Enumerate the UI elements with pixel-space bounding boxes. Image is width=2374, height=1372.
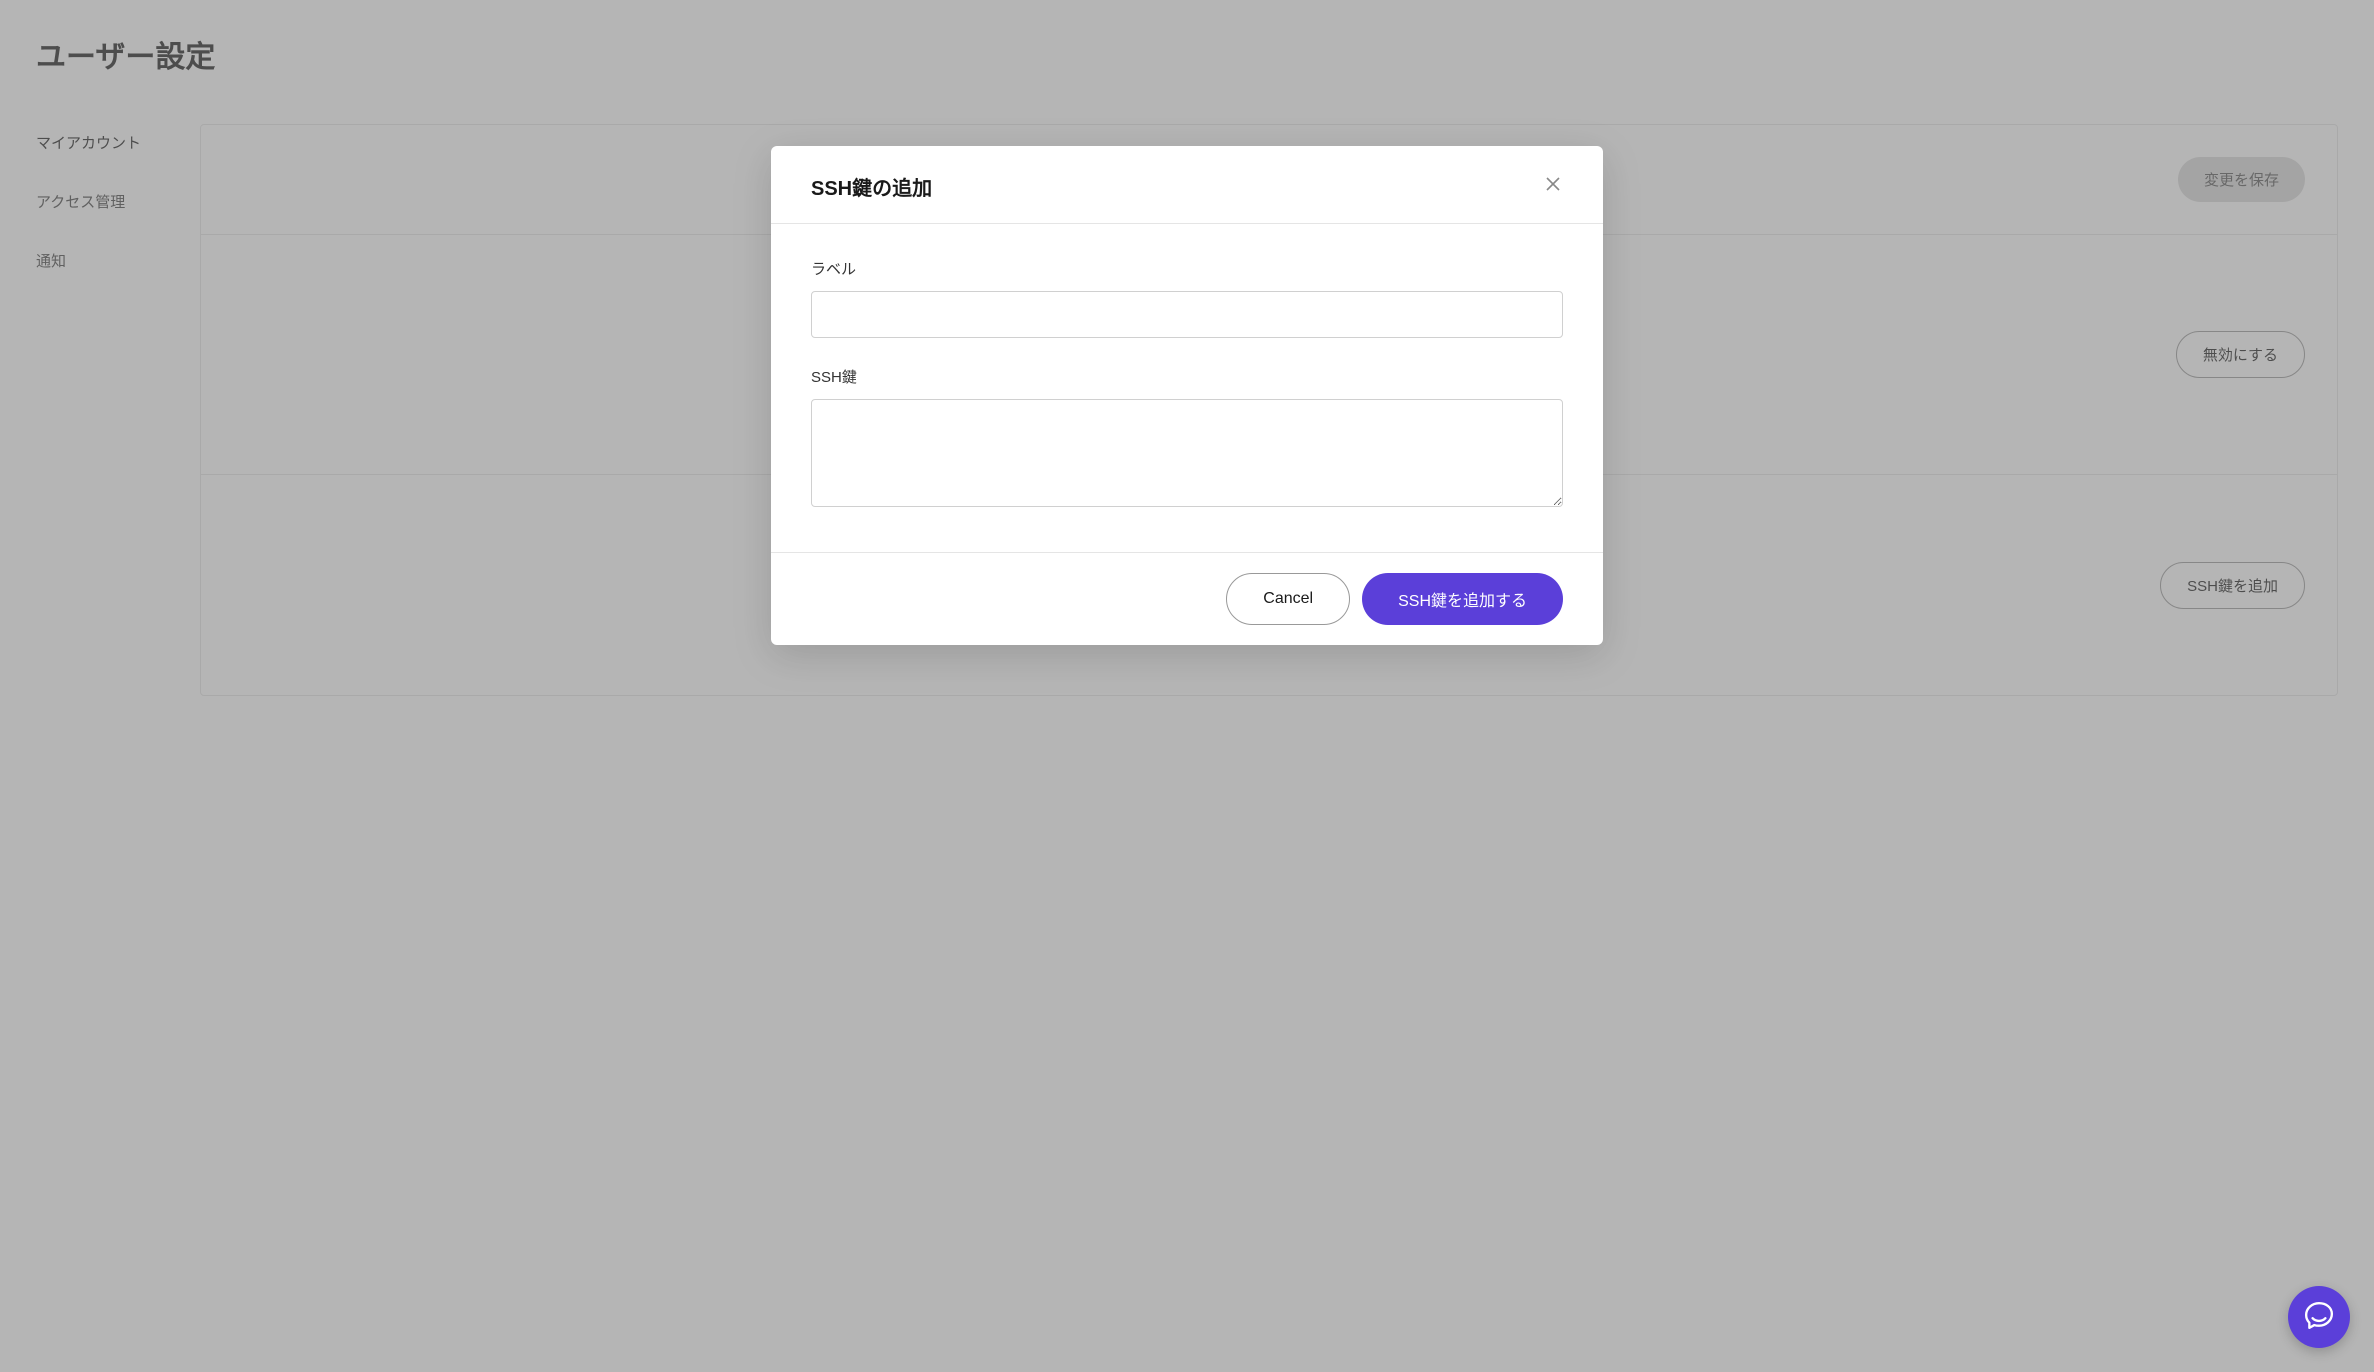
modal-header: SSH鍵の追加 xyxy=(771,146,1603,224)
sshkey-textarea[interactable] xyxy=(811,399,1563,507)
modal-title: SSH鍵の追加 xyxy=(811,172,932,201)
label-input[interactable] xyxy=(811,291,1563,338)
cancel-button[interactable]: Cancel xyxy=(1226,573,1350,625)
modal-overlay[interactable]: SSH鍵の追加 ラベル SSH鍵 Cance xyxy=(0,0,2374,1372)
modal-body: ラベル SSH鍵 xyxy=(771,224,1603,552)
close-icon xyxy=(1546,177,1560,196)
chat-widget-button[interactable] xyxy=(2288,1286,2350,1348)
chat-icon xyxy=(2304,1300,2334,1335)
submit-add-ssh-key-button[interactable]: SSH鍵を追加する xyxy=(1362,573,1563,625)
label-field-label: ラベル xyxy=(811,258,1563,279)
sshkey-field-label: SSH鍵 xyxy=(811,366,1563,387)
modal-footer: Cancel SSH鍵を追加する xyxy=(771,552,1603,645)
form-group-label: ラベル xyxy=(811,258,1563,338)
modal-close-button[interactable] xyxy=(1543,177,1563,197)
form-group-sshkey: SSH鍵 xyxy=(811,366,1563,512)
add-ssh-key-modal: SSH鍵の追加 ラベル SSH鍵 Cance xyxy=(771,146,1603,645)
